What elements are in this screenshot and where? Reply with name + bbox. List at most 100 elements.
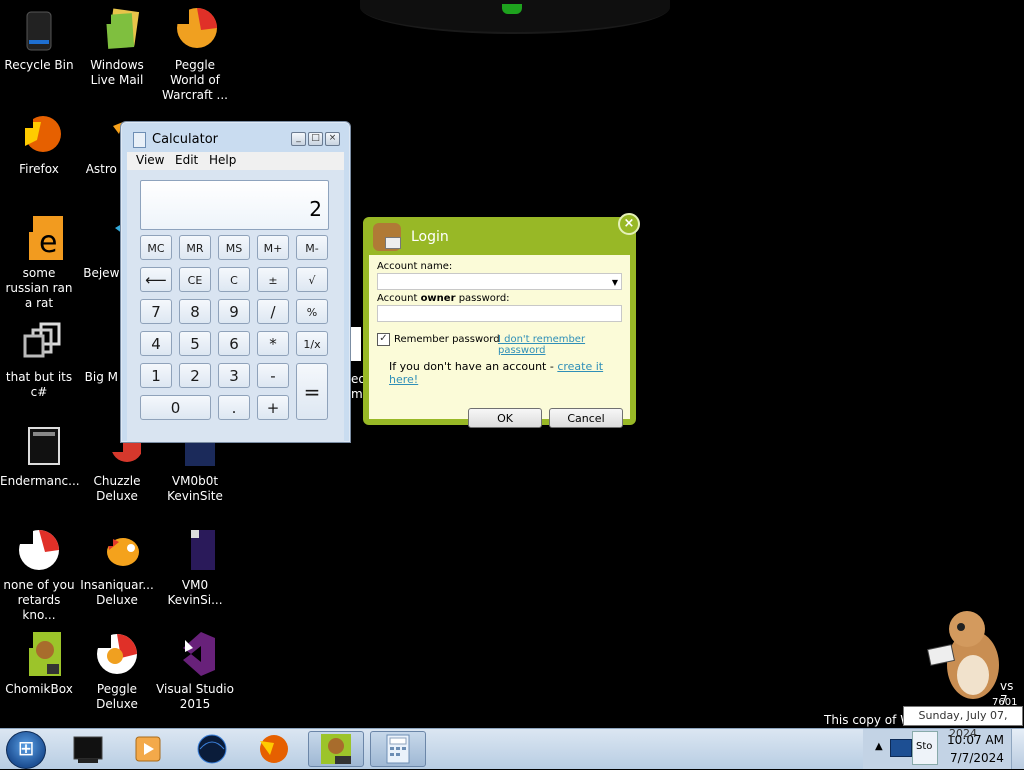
desktop-icon-peggle-deluxe[interactable]: Peggle Deluxe: [78, 630, 156, 712]
date-tooltip: Sunday, July 07, 2024: [903, 706, 1023, 740]
nine-button[interactable]: 9: [218, 299, 250, 324]
cancel-button[interactable]: Cancel: [549, 408, 623, 428]
hamster-gadget[interactable]: [923, 603, 1005, 705]
desktop-icon-label: VM0b0t KevinSite: [167, 474, 223, 503]
desktop-icon-endermanc[interactable]: Endermanc...: [0, 422, 80, 489]
forgot-password-link[interactable]: I don't remember password: [498, 334, 630, 356]
one-button[interactable]: 1: [140, 363, 172, 388]
taskbar-item-calculator[interactable]: [370, 731, 426, 767]
desktop-icon-some-russian[interactable]: e some russian ran a rat: [0, 214, 78, 311]
five-button[interactable]: 5: [179, 331, 211, 356]
windows-watermark-text: This copy of W: [824, 713, 913, 727]
desktop-icon-windows-live-mail[interactable]: Windows Live Mail: [78, 6, 156, 88]
multiply-button[interactable]: *: [257, 331, 289, 356]
tray-app-icon[interactable]: Sto: [912, 731, 938, 765]
desktop-icon-recycle-bin[interactable]: Recycle Bin: [0, 6, 78, 73]
fish-icon: [93, 526, 141, 574]
divide-button[interactable]: /: [257, 299, 289, 324]
top-gadget: [360, 0, 670, 34]
three-button[interactable]: 3: [218, 363, 250, 388]
firefox-icon: [15, 110, 63, 158]
reciprocal-button[interactable]: 1/x: [296, 331, 328, 356]
password-label-pre: Account: [377, 293, 421, 304]
no-account-prefix: If you don't have an account -: [389, 360, 558, 373]
close-button[interactable]: ×: [325, 132, 340, 146]
seven-button[interactable]: 7: [140, 299, 172, 324]
chevron-down-icon[interactable]: ▼: [612, 278, 618, 287]
tray-app-label: Sto: [916, 741, 933, 752]
desktop-icon-insaniquarium[interactable]: Insaniquar... Deluxe: [78, 526, 156, 608]
menu-view[interactable]: View: [136, 153, 164, 167]
start-button[interactable]: [6, 731, 46, 769]
ms-button[interactable]: MS: [218, 235, 250, 260]
four-button[interactable]: 4: [140, 331, 172, 356]
visual-studio-icon: [171, 630, 219, 678]
password-field[interactable]: [377, 305, 622, 322]
plus-minus-button[interactable]: ±: [257, 267, 289, 292]
desktop-icon-label: Recycle Bin: [4, 58, 74, 72]
account-name-dropdown[interactable]: ▼: [377, 273, 622, 290]
window-title: Calculator: [152, 132, 219, 147]
menu-help[interactable]: Help: [209, 153, 236, 167]
sqrt-button[interactable]: √: [296, 267, 328, 292]
equals-button[interactable]: =: [296, 363, 328, 420]
add-button[interactable]: +: [257, 395, 289, 420]
no-account-text: If you don't have an account - create it…: [389, 360, 630, 386]
desktop-icon-firefox[interactable]: Firefox: [0, 110, 78, 177]
desktop-icon-visual-studio-2015[interactable]: Visual Studio 2015: [156, 630, 234, 712]
desktop-icon-label: some russian ran a rat: [5, 266, 73, 310]
clock-date[interactable]: 7/7/2024: [950, 751, 1004, 765]
desktop-icon-label: VM0 KevinSi...: [167, 578, 223, 607]
desktop-icon-label: that but its c#: [5, 370, 73, 399]
network-icon[interactable]: [890, 739, 912, 757]
maximize-button[interactable]: □: [308, 132, 323, 146]
m-minus-button[interactable]: M-: [296, 235, 328, 260]
desktop-icon-vm0-kevinsi[interactable]: VM0 KevinSi...: [156, 526, 234, 608]
menu-bar: View Edit Help: [127, 152, 344, 170]
mr-button[interactable]: MR: [179, 235, 211, 260]
desktop-icon-label: none of you retards kno...: [3, 578, 75, 622]
eight-button[interactable]: 8: [179, 299, 211, 324]
taskbar-item-media-player[interactable]: [120, 731, 176, 767]
zero-button[interactable]: 0: [140, 395, 211, 420]
ce-button[interactable]: CE: [179, 267, 211, 292]
calculator-window[interactable]: Calculator _ □ × View Edit Help 2 MC MR …: [120, 121, 351, 443]
m-plus-button[interactable]: M+: [257, 235, 289, 260]
recycle-bin-icon: [15, 6, 63, 54]
backspace-button[interactable]: ⟵: [140, 267, 172, 292]
menu-edit[interactable]: Edit: [175, 153, 198, 167]
show-hidden-icons-icon[interactable]: ▲: [875, 741, 883, 752]
c-button[interactable]: C: [218, 267, 250, 292]
desktop-icon-peggle-world-of-warcraft[interactable]: Peggle World of Warcraft ...: [156, 6, 234, 103]
subtract-button[interactable]: -: [257, 363, 289, 388]
decimal-button[interactable]: .: [218, 395, 250, 420]
desktop-icon-chomikbox[interactable]: ChomikBox: [0, 630, 78, 697]
login-form: Account name: ▼ Account owner password: …: [369, 255, 630, 428]
remember-password-checkbox[interactable]: ✓: [377, 333, 390, 346]
vm-icon: [171, 526, 219, 574]
close-button[interactable]: ×: [618, 213, 640, 235]
peggle-icon: [93, 630, 141, 678]
gadget-indicator: [502, 4, 522, 14]
desktop-icon-that-but[interactable]: that but its c#: [0, 318, 78, 400]
taskbar-item-chomikbox[interactable]: [308, 731, 364, 767]
taskbar-item-internet[interactable]: [184, 731, 240, 767]
app-icon: [15, 422, 63, 470]
percent-button[interactable]: %: [296, 299, 328, 324]
desktop-icon-label: Chuzzle Deluxe: [93, 474, 141, 503]
taskbar: ▲ Sto: [0, 728, 1024, 769]
taskbar-item-firefox[interactable]: [246, 731, 302, 767]
calculator-titlebar[interactable]: Calculator _ □ ×: [121, 122, 350, 152]
six-button[interactable]: 6: [218, 331, 250, 356]
minimize-button[interactable]: _: [291, 132, 306, 146]
mc-button[interactable]: MC: [140, 235, 172, 260]
desktop-icon-label: Peggle World of Warcraft ...: [162, 58, 228, 102]
chomikbox-icon: [15, 630, 63, 678]
ok-button[interactable]: OK: [468, 408, 542, 428]
two-button[interactable]: 2: [179, 363, 211, 388]
show-desktop-button[interactable]: [1011, 729, 1024, 769]
taskbar-item-desktop[interactable]: [60, 731, 116, 767]
shortcut-icon: [15, 318, 63, 366]
login-dialog[interactable]: Login × Account name: ▼ Account owner pa…: [363, 213, 640, 428]
desktop-icon-none-of-you[interactable]: none of you retards kno...: [0, 526, 78, 623]
